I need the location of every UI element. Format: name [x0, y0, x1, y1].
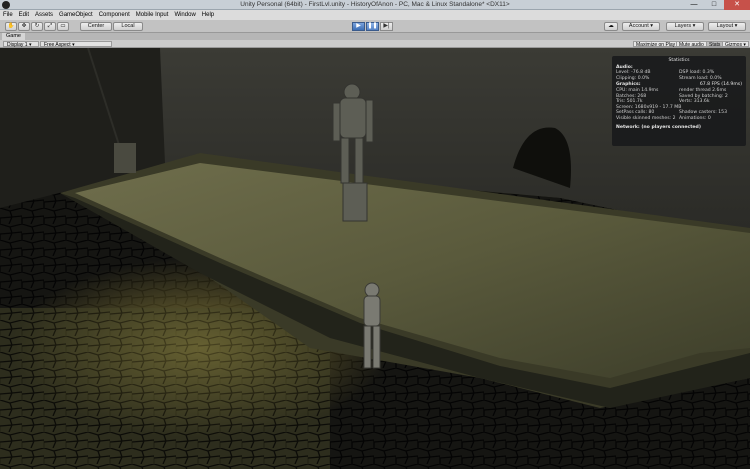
- hand-tool-button[interactable]: ✋: [5, 22, 17, 31]
- move-tool-button[interactable]: ✥: [18, 22, 30, 31]
- play-icon: ▶: [356, 23, 361, 29]
- minimize-button[interactable]: —: [684, 0, 704, 10]
- game-viewport[interactable]: Statistics Audio: Level: -76.8 dB DSP loa…: [0, 48, 750, 469]
- hand-icon: ✋: [7, 23, 15, 29]
- move-icon: ✥: [21, 23, 27, 29]
- menu-component[interactable]: Component: [99, 12, 130, 18]
- layers-dropdown[interactable]: Layers ▾: [666, 22, 704, 31]
- game-view-toolbar: Display 1 ▾ Free Aspect ▾ Maximize on Pl…: [0, 40, 750, 48]
- stats-header: Statistics: [668, 58, 690, 63]
- maximize-button[interactable]: □: [704, 0, 724, 10]
- rect-icon: ▭: [60, 23, 66, 29]
- main-toolbar: ✋ ✥ ↻ ⤢ ▭ Center Local ▶ ❚❚ ▶| ☁ Account…: [0, 20, 750, 33]
- menu-gameobject[interactable]: GameObject: [59, 12, 93, 18]
- space-label: Local: [121, 23, 135, 29]
- audio-clipping: Clipping: 0.0%: [616, 75, 650, 81]
- stats-toggle[interactable]: Stats: [706, 41, 724, 48]
- skinned-meshes: Visible skinned meshes: 2: [616, 115, 676, 121]
- statistics-panel: Statistics Audio: Level: -76.8 dB DSP loa…: [612, 56, 746, 146]
- step-icon: ▶|: [383, 23, 390, 29]
- scale-tool-button[interactable]: ⤢: [44, 22, 56, 31]
- stream-load: Stream load: 0.0%: [679, 75, 722, 81]
- rotate-tool-button[interactable]: ↻: [31, 22, 43, 31]
- cloud-button[interactable]: ☁: [604, 22, 618, 31]
- account-dropdown[interactable]: Account ▾: [622, 22, 660, 31]
- mute-audio-toggle[interactable]: Mute audio: [676, 41, 707, 48]
- account-label: Account: [628, 23, 649, 29]
- scale-icon: ⤢: [47, 23, 53, 29]
- menu-mobile-input[interactable]: Mobile Input: [136, 12, 169, 18]
- menu-bar: File Edit Assets GameObject Component Mo…: [0, 10, 750, 20]
- cloud-icon: ☁: [608, 23, 614, 29]
- pause-icon: ❚❚: [367, 23, 378, 29]
- tab-bar: Game: [0, 33, 750, 40]
- close-button[interactable]: ✕: [724, 0, 750, 10]
- tab-game[interactable]: Game: [2, 33, 25, 40]
- layout-label: Layout: [716, 23, 734, 29]
- window-title: Unity Personal (64bit) - FirstLvl.unity …: [240, 1, 510, 8]
- play-button[interactable]: ▶: [352, 22, 365, 31]
- space-toggle[interactable]: Local: [113, 22, 143, 31]
- display-dropdown[interactable]: Display 1 ▾: [3, 41, 39, 48]
- aspect-dropdown[interactable]: Free Aspect ▾: [40, 41, 112, 48]
- pivot-toggle[interactable]: Center: [80, 22, 112, 31]
- animations: Animations: 0: [679, 115, 711, 121]
- rect-tool-button[interactable]: ▭: [57, 22, 69, 31]
- gizmos-toggle[interactable]: Gizmos ▾: [722, 41, 749, 48]
- menu-window[interactable]: Window: [174, 12, 195, 18]
- layers-label: Layers: [674, 23, 692, 29]
- layout-dropdown[interactable]: Layout ▾: [708, 22, 746, 31]
- menu-assets[interactable]: Assets: [35, 12, 53, 18]
- tab-game-label: Game: [6, 33, 21, 39]
- tris: Tris: 501.7k: [616, 99, 643, 105]
- step-button[interactable]: ▶|: [380, 22, 393, 31]
- title-bar: Unity Personal (64bit) - FirstLvl.unity …: [0, 0, 750, 10]
- menu-file[interactable]: File: [3, 12, 13, 18]
- network-status: Network: (no players connected): [616, 124, 701, 130]
- menu-help[interactable]: Help: [202, 12, 214, 18]
- menu-edit[interactable]: Edit: [19, 12, 29, 18]
- maximize-on-play-toggle[interactable]: Maximize on Play: [633, 41, 679, 48]
- pivot-label: Center: [87, 23, 105, 29]
- pause-button[interactable]: ❚❚: [366, 22, 379, 31]
- verts: Verts: 313.6k: [679, 99, 710, 105]
- rotate-icon: ↻: [34, 23, 40, 29]
